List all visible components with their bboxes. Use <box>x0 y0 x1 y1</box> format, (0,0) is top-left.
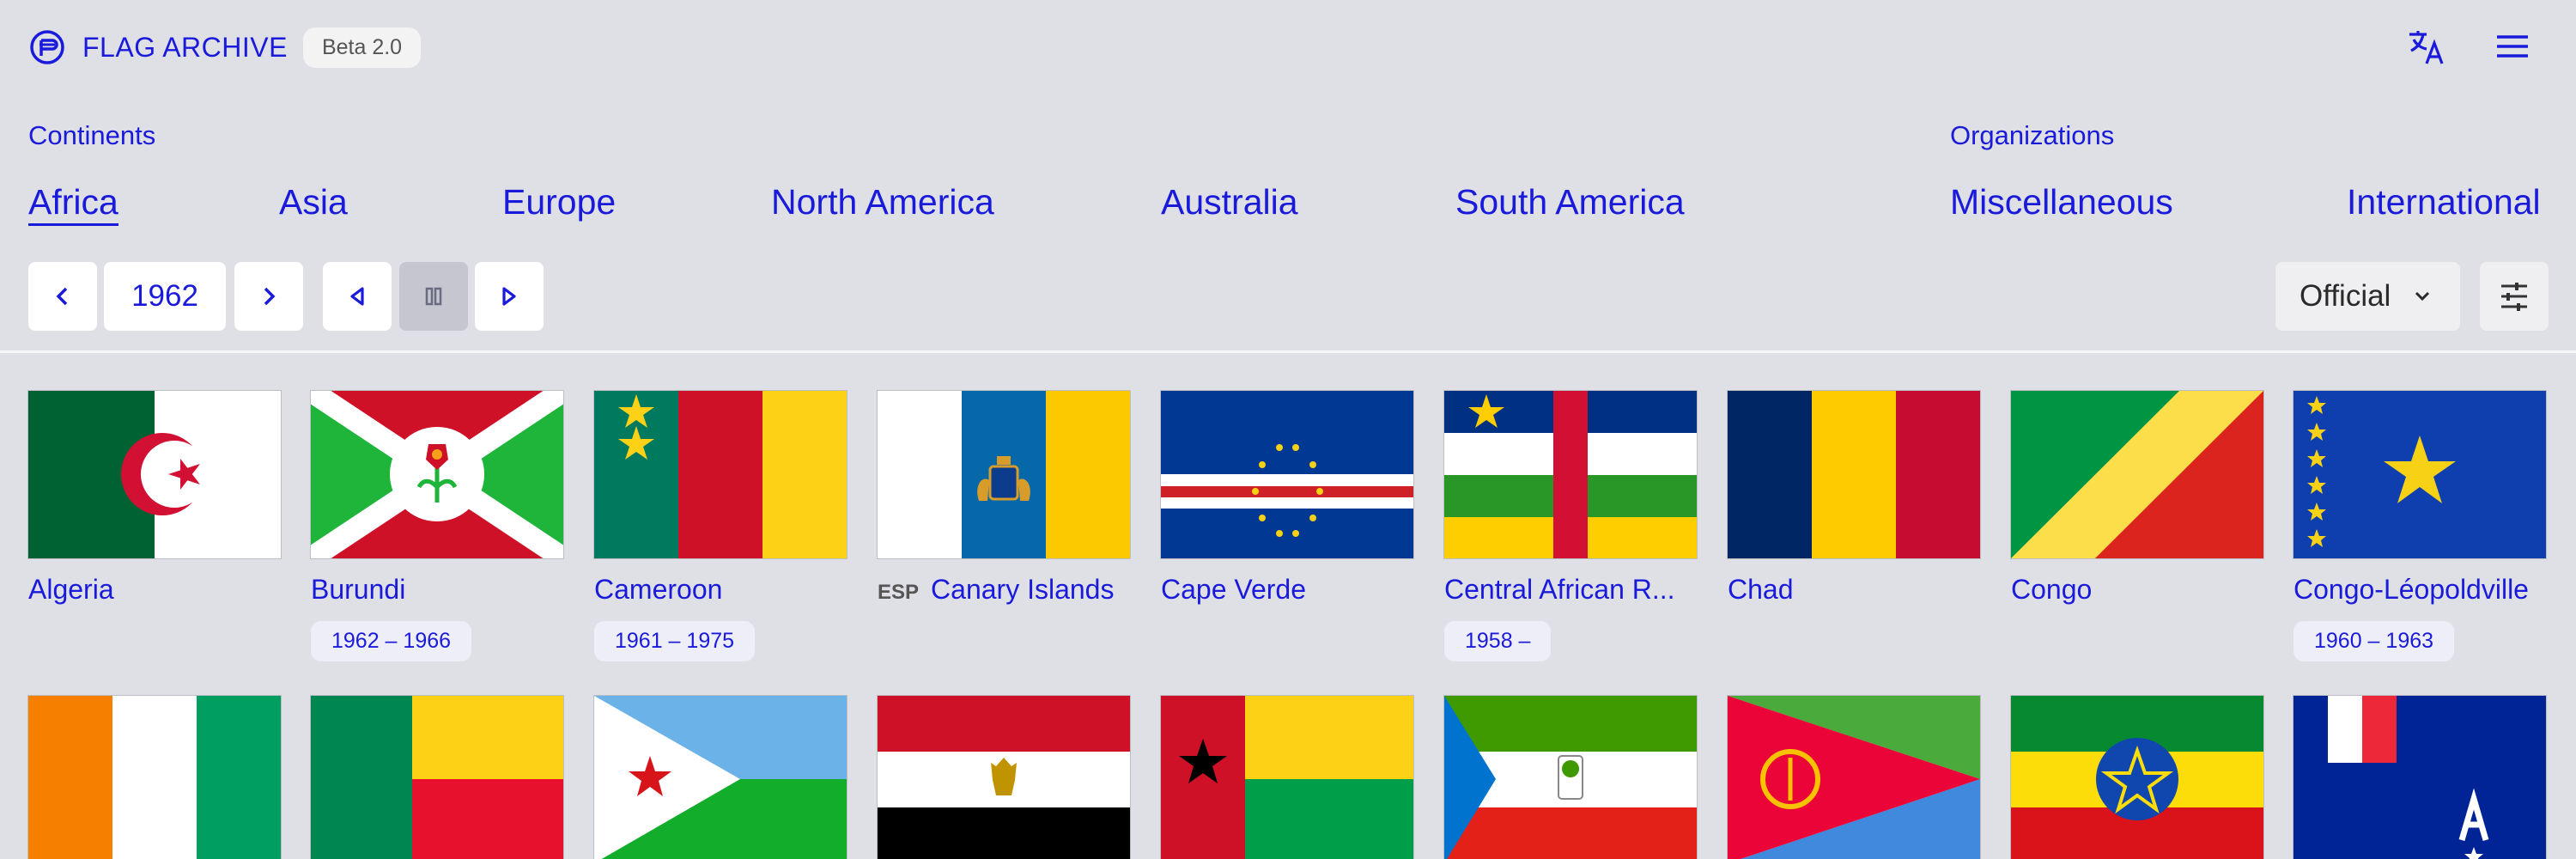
flag-card-cameroon[interactable]: Cameroon 1961 – 1975 <box>594 391 847 661</box>
header-actions <box>2406 26 2533 67</box>
flag-card[interactable] <box>311 696 563 859</box>
flag-years-badge: 1961 – 1975 <box>594 621 756 661</box>
flag-years-badge: 1962 – 1966 <box>311 621 472 661</box>
flag-image <box>2011 391 2263 558</box>
flag-image <box>1728 696 1980 859</box>
flag-card[interactable] <box>1728 696 1980 859</box>
translate-icon[interactable] <box>2406 26 2447 67</box>
next-year-button[interactable] <box>234 262 303 331</box>
play-back-button[interactable] <box>323 262 392 331</box>
play-back-icon <box>350 287 364 306</box>
flag-type-select[interactable]: Official <box>2275 262 2460 331</box>
version-badge: Beta 2.0 <box>302 27 422 68</box>
pause-button[interactable] <box>399 262 468 331</box>
flag-image <box>878 696 1130 859</box>
tab-miscellaneous[interactable]: Miscellaneous <box>1950 180 2173 223</box>
tab-north-america[interactable]: North America <box>771 180 994 223</box>
flag-card-cape-verde[interactable]: Cape Verde <box>1161 391 1413 606</box>
flag-image <box>1444 696 1697 859</box>
flag-name: Central African R... <box>1444 574 1675 605</box>
flag-image <box>28 696 281 859</box>
flag-card-canary-islands[interactable]: ESP Canary Islands <box>878 391 1130 606</box>
play-icon <box>502 287 516 306</box>
flag-years-badge: 1960 – 1963 <box>2293 621 2455 661</box>
flag-card[interactable] <box>2293 696 2546 859</box>
flag-image <box>28 391 281 558</box>
flag-image <box>2011 696 2263 859</box>
tab-asia[interactable]: Asia <box>279 180 348 223</box>
flag-card-congo-leopoldville[interactable]: Congo-Léopoldville 1960 – 1963 <box>2293 391 2546 661</box>
flag-card[interactable] <box>594 696 847 859</box>
chevron-down-icon <box>2415 291 2430 302</box>
flag-card-algeria[interactable]: Algeria <box>28 391 281 606</box>
flag-image <box>311 391 563 558</box>
flag-image <box>1728 391 1980 558</box>
flag-image <box>2293 391 2546 558</box>
continents-label: Continents <box>28 120 156 150</box>
flag-card[interactable] <box>2011 696 2263 859</box>
flag-name: Algeria <box>28 574 114 605</box>
flag-name: Burundi <box>311 574 406 605</box>
flag-name: Cape Verde <box>1161 574 1307 605</box>
chevron-left-icon <box>56 287 68 306</box>
flag-card[interactable] <box>28 696 281 859</box>
organizations-label: Organizations <box>1950 120 2115 150</box>
flag-card[interactable] <box>878 696 1130 859</box>
divider <box>0 350 2576 353</box>
year-value: 1962 <box>131 279 198 313</box>
flag-card[interactable] <box>1161 696 1413 859</box>
flag-archive-logo-icon <box>30 30 64 64</box>
play-button[interactable] <box>475 262 544 331</box>
flag-image <box>1444 391 1697 558</box>
flag-image <box>1161 696 1413 859</box>
prev-year-button[interactable] <box>28 262 97 331</box>
flag-image <box>594 696 847 859</box>
flag-name: Chad <box>1728 574 1794 605</box>
flag-name: ESP Canary Islands <box>878 574 1115 605</box>
flag-image <box>2293 696 2546 859</box>
tab-international[interactable]: International <box>2347 180 2541 223</box>
flag-image <box>311 696 563 859</box>
chevron-right-icon <box>264 287 276 306</box>
flag-card-burundi[interactable]: Burundi 1962 – 1966 <box>311 391 563 661</box>
flag-image <box>594 391 847 558</box>
year-display[interactable]: 1962 <box>104 262 226 331</box>
flag-name: Congo <box>2011 574 2093 605</box>
flag-prefix: ESP <box>878 581 920 604</box>
pause-icon <box>425 287 442 306</box>
app-title: FLAG ARCHIVE <box>82 31 288 63</box>
flag-image <box>1161 391 1413 558</box>
tab-africa[interactable]: Africa <box>28 180 118 226</box>
flag-card-congo[interactable]: Congo <box>2011 391 2263 606</box>
flag-type-value: Official <box>2300 279 2391 313</box>
tab-europe[interactable]: Europe <box>502 180 616 223</box>
sliders-icon <box>2501 283 2527 311</box>
flag-name: Congo-Léopoldville <box>2293 574 2529 605</box>
flag-card[interactable] <box>1444 696 1697 859</box>
tab-south-america[interactable]: South America <box>1455 180 1685 223</box>
filter-button[interactable] <box>2480 262 2549 331</box>
flag-years-badge: 1958 – <box>1444 621 1552 661</box>
flag-card-chad[interactable]: Chad <box>1728 391 1980 606</box>
flag-card-central-african-republic[interactable]: Central African R... 1958 – <box>1444 391 1697 661</box>
tab-australia[interactable]: Australia <box>1161 180 1298 223</box>
flag-image <box>878 391 1130 558</box>
hamburger-menu-icon[interactable] <box>2492 26 2533 67</box>
flag-name: Cameroon <box>594 574 723 605</box>
brand[interactable]: FLAG ARCHIVE Beta 2.0 <box>29 27 422 68</box>
